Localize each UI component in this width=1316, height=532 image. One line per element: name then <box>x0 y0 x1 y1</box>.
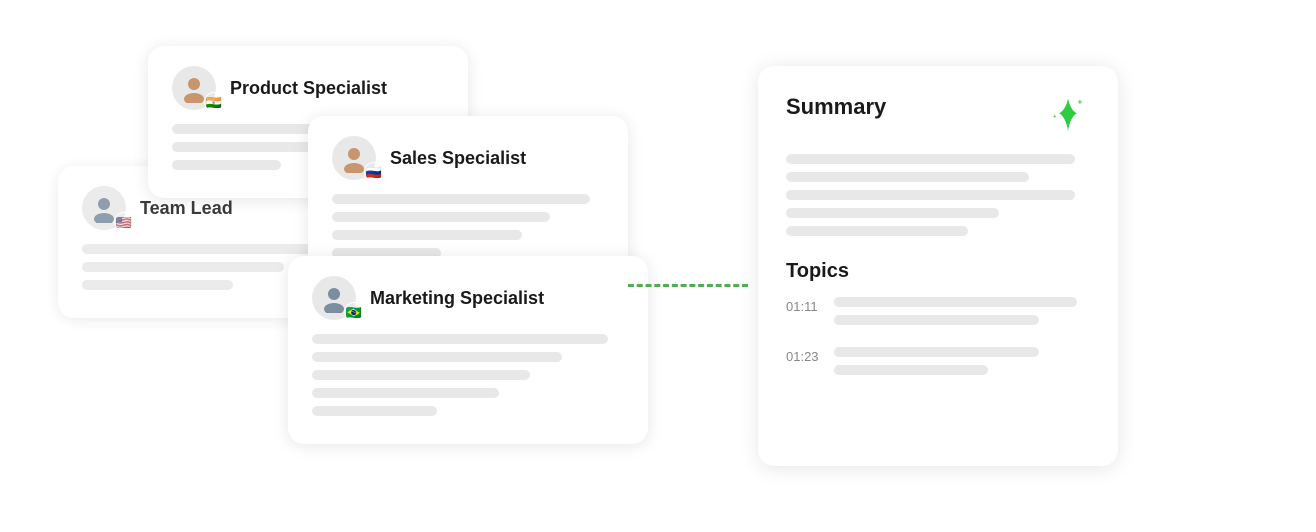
flag-team-lead: 🇺🇸 <box>114 212 134 232</box>
topic-item-1: 01:11 <box>786 297 1090 333</box>
card-sales-title: Sales Specialist <box>390 148 526 169</box>
summary-skeleton <box>786 208 999 218</box>
sparkle-icon: + + <box>1046 94 1090 138</box>
summary-header: Summary + + <box>786 94 1090 138</box>
scene: 🇺🇸 Team Lead 🇮🇳 <box>58 26 1258 506</box>
topic-skeleton <box>834 297 1077 307</box>
avatar-product: 🇮🇳 <box>172 66 220 110</box>
skeleton <box>82 244 321 254</box>
topic-item-2: 01:23 <box>786 347 1090 383</box>
topic-skeleton <box>834 347 1039 357</box>
skeleton <box>312 352 562 362</box>
card-product-header: 🇮🇳 Product Specialist <box>172 66 444 110</box>
avatar-sales: 🇷🇺 <box>332 136 380 180</box>
card-sales-header: 🇷🇺 Sales Specialist <box>332 136 604 180</box>
cards-area: 🇺🇸 Team Lead 🇮🇳 <box>58 26 718 506</box>
card-product-title: Product Specialist <box>230 78 387 99</box>
summary-skeleton <box>786 154 1075 164</box>
topic-lines-1 <box>834 297 1090 333</box>
topic-lines-2 <box>834 347 1090 383</box>
card-marketing-title: Marketing Specialist <box>370 288 544 309</box>
topics-section: Topics 01:11 01:23 <box>786 260 1090 383</box>
summary-title: Summary <box>786 94 886 120</box>
summary-panel: Summary + + Topics 01:11 <box>758 66 1118 466</box>
summary-skeleton <box>786 190 1075 200</box>
skeleton <box>312 370 530 380</box>
topic-skeleton <box>834 315 1039 325</box>
skeleton <box>332 194 590 204</box>
card-team-lead-title: Team Lead <box>140 198 233 219</box>
skeleton <box>172 160 281 170</box>
summary-skeleton <box>786 172 1029 182</box>
flag-sales: 🇷🇺 <box>364 162 384 182</box>
svg-text:+: + <box>1078 98 1083 107</box>
dashed-line <box>628 284 748 287</box>
card-marketing-header: 🇧🇷 Marketing Specialist <box>312 276 624 320</box>
avatar-team-lead: 🇺🇸 <box>82 186 130 230</box>
skeleton <box>312 334 608 344</box>
skeleton <box>82 280 233 290</box>
skeleton <box>312 388 499 398</box>
flag-product: 🇮🇳 <box>204 92 224 112</box>
connector-line <box>628 284 748 286</box>
topic-time-2: 01:23 <box>786 347 822 364</box>
topic-time-1: 01:11 <box>786 297 822 314</box>
avatar-marketing: 🇧🇷 <box>312 276 360 320</box>
skeleton <box>332 230 522 240</box>
topics-title: Topics <box>786 260 1090 283</box>
flag-marketing: 🇧🇷 <box>344 302 364 322</box>
card-marketing-specialist[interactable]: 🇧🇷 Marketing Specialist <box>288 256 648 444</box>
skeleton <box>82 262 284 272</box>
summary-skeleton <box>786 226 968 236</box>
topic-skeleton <box>834 365 988 375</box>
skeleton <box>312 406 437 416</box>
svg-text:+: + <box>1053 114 1057 121</box>
skeleton <box>332 212 550 222</box>
